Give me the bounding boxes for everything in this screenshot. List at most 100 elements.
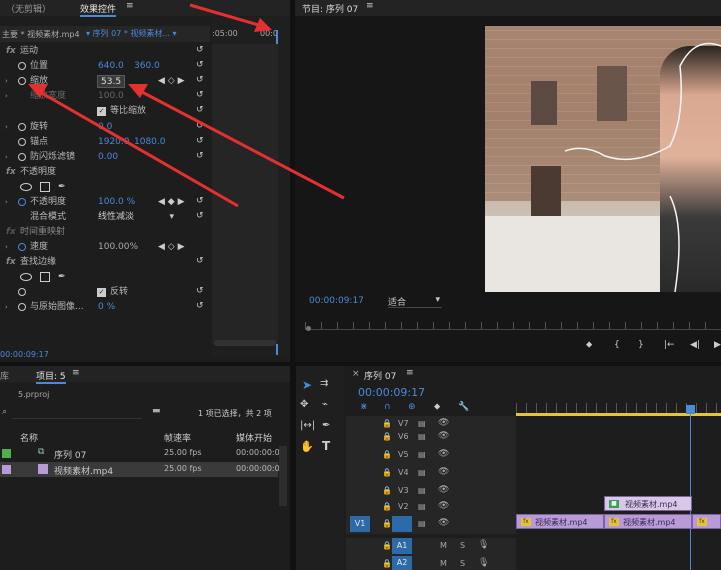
- v1-source-patch[interactable]: V1: [350, 516, 370, 532]
- lock-icon[interactable]: 🔒: [382, 450, 392, 459]
- solo-button[interactable]: S: [460, 541, 465, 550]
- film-icon[interactable]: ▤: [418, 450, 426, 459]
- lock-icon[interactable]: 🔒: [382, 519, 392, 528]
- antiflicker-reset-icon[interactable]: ↺: [196, 151, 204, 161]
- tab-effect-controls[interactable]: 效果控件: [80, 2, 117, 17]
- film-icon[interactable]: ▤: [418, 419, 426, 428]
- track-header-v7[interactable]: 🔒 V7 ▤ 👁: [346, 416, 516, 430]
- solo-button[interactable]: S: [460, 559, 465, 568]
- scale-width-reset-icon[interactable]: ↺: [196, 90, 204, 100]
- rectangle-mask-icon[interactable]: [40, 272, 50, 282]
- lock-icon[interactable]: 🔒: [382, 468, 392, 477]
- mark-in-icon[interactable]: {: [614, 340, 620, 350]
- film-icon[interactable]: ▤: [418, 502, 426, 511]
- antiflicker-value[interactable]: 0.00: [98, 150, 118, 165]
- anchor-y-value[interactable]: 1080.0: [134, 135, 166, 150]
- pen-tool-icon[interactable]: ✒: [322, 420, 330, 431]
- v1-target[interactable]: [392, 516, 412, 532]
- expand-icon[interactable]: ›: [5, 89, 8, 104]
- play-icon[interactable]: ▶: [714, 340, 721, 350]
- find-edges-reset-icon[interactable]: ↺: [196, 256, 204, 266]
- new-bin-icon[interactable]: ▬: [152, 406, 161, 416]
- step-back-icon[interactable]: ◀|: [690, 340, 700, 350]
- track-header-v1[interactable]: 🔒V1▤👁V1: [346, 516, 516, 534]
- timeline-timecode[interactable]: 00:00:09:17: [358, 386, 425, 399]
- eye-icon[interactable]: 👁: [438, 418, 449, 428]
- position-x-value[interactable]: 640.0: [98, 59, 124, 74]
- column-media-start[interactable]: 媒体开始: [236, 431, 272, 444]
- stopwatch-icon[interactable]: [18, 243, 26, 251]
- stopwatch-icon[interactable]: [18, 123, 26, 131]
- column-name[interactable]: 名称: [20, 431, 38, 444]
- clip-v1[interactable]: fx: [692, 514, 721, 529]
- expand-icon[interactable]: ›: [5, 120, 8, 135]
- rotation-reset-icon[interactable]: ↺: [196, 121, 204, 131]
- program-monitor-title[interactable]: 节目: 序列 07: [302, 2, 358, 15]
- razor-tool-icon[interactable]: ⌁: [322, 399, 328, 410]
- add-marker-icon[interactable]: ⬥: [434, 402, 440, 412]
- eye-icon[interactable]: 👁: [438, 431, 449, 441]
- tab-project[interactable]: 项目: 5: [36, 369, 66, 384]
- search-input[interactable]: [12, 406, 142, 419]
- opacity-value[interactable]: 100.0 %: [98, 195, 135, 210]
- go-to-in-icon[interactable]: |←: [664, 340, 675, 350]
- lock-icon[interactable]: 🔒: [382, 486, 392, 495]
- clip-v2[interactable]: ■ 视频素材.mp4: [604, 496, 692, 511]
- pen-mask-icon[interactable]: ✒: [58, 180, 66, 195]
- stopwatch-icon[interactable]: [18, 62, 26, 70]
- track-header-v5[interactable]: 🔒 V5 ▤ 👁: [346, 447, 516, 465]
- project-scrollbar[interactable]: [279, 446, 287, 506]
- microphone-icon[interactable]: 🎙: [478, 540, 489, 550]
- search-icon[interactable]: ⌕: [2, 407, 7, 417]
- selection-tool-icon[interactable]: ➤: [302, 378, 312, 392]
- blend-original-value[interactable]: 0 %: [98, 300, 115, 315]
- eye-icon[interactable]: 👁: [438, 449, 449, 459]
- project-menu-icon[interactable]: ≡: [72, 368, 80, 378]
- eye-icon[interactable]: 👁: [438, 501, 449, 511]
- expand-icon[interactable]: ›: [5, 74, 8, 89]
- timeline-title[interactable]: 序列 07: [364, 369, 396, 382]
- stopwatch-icon[interactable]: [18, 198, 26, 206]
- list-item[interactable]: ⧉ 序列 07 25.00 fps 00:00:00:00: [0, 446, 285, 461]
- fit-dropdown[interactable]: 适合 ▾: [388, 295, 442, 308]
- eye-icon[interactable]: 👁: [438, 518, 449, 528]
- track-header-v6[interactable]: 🔒 V6 ▤ 👁: [346, 429, 516, 447]
- film-icon[interactable]: ▤: [418, 432, 426, 441]
- lock-icon[interactable]: 🔒: [382, 559, 392, 568]
- add-marker-icon[interactable]: ⬥: [586, 340, 592, 350]
- scale-value-input[interactable]: 53.5: [97, 75, 125, 88]
- tab-library[interactable]: 库: [0, 369, 9, 382]
- nest-icon[interactable]: ⋇: [360, 402, 368, 412]
- blend-mode-dropdown[interactable]: 线性减淡 ▾: [98, 211, 176, 224]
- motion-reset-icon[interactable]: ↺: [196, 45, 204, 55]
- expand-icon[interactable]: ›: [5, 240, 8, 255]
- film-icon[interactable]: ▤: [418, 486, 426, 495]
- rotation-value[interactable]: 0.0: [98, 120, 112, 135]
- wrench-icon[interactable]: 🔧: [458, 402, 469, 412]
- lock-icon[interactable]: 🔒: [382, 502, 392, 511]
- anchor-x-value[interactable]: 1920.0: [98, 135, 130, 150]
- microphone-icon[interactable]: 🎙: [478, 558, 489, 568]
- program-time-ruler[interactable]: [305, 322, 721, 330]
- timeline-playhead-head[interactable]: [686, 405, 695, 414]
- eye-icon[interactable]: 👁: [438, 485, 449, 495]
- effect-scrollbar[interactable]: [214, 340, 276, 346]
- ellipse-mask-icon[interactable]: [20, 183, 32, 191]
- panel-menu-icon[interactable]: ≡: [126, 1, 134, 11]
- lock-icon[interactable]: 🔒: [382, 541, 392, 550]
- lock-icon[interactable]: 🔒: [382, 432, 392, 441]
- program-timecode[interactable]: 00:00:09:17: [309, 296, 364, 306]
- anchor-reset-icon[interactable]: ↺: [196, 136, 204, 146]
- uniform-scale-checkbox[interactable]: ✓: [97, 107, 106, 116]
- position-y-value[interactable]: 360.0: [134, 59, 160, 74]
- hand-tool-icon[interactable]: ✋: [300, 440, 314, 453]
- rectangle-mask-icon[interactable]: [40, 182, 50, 192]
- blend-original-reset-icon[interactable]: ↺: [196, 301, 204, 311]
- timeline-menu-icon[interactable]: ≡: [406, 368, 414, 378]
- blend-reset-icon[interactable]: ↺: [196, 211, 204, 221]
- position-reset-icon[interactable]: ↺: [196, 60, 204, 70]
- clip-v1[interactable]: fx 视频素材.mp4: [604, 514, 692, 529]
- scale-reset-icon[interactable]: ↺: [196, 75, 204, 85]
- expand-icon[interactable]: ›: [5, 300, 8, 315]
- film-icon[interactable]: ▤: [418, 519, 426, 528]
